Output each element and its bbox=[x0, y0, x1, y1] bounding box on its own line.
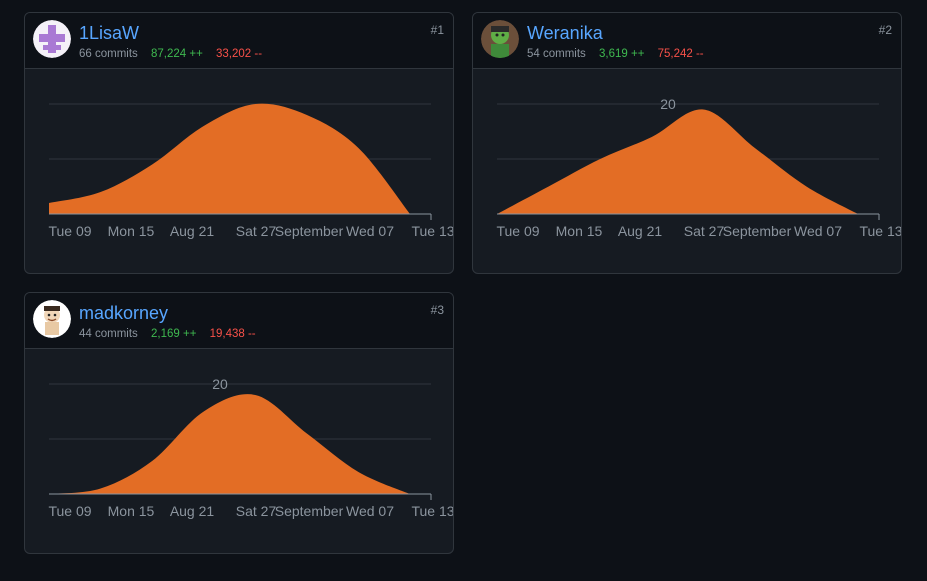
contributor-card-2: Weranika 54 commits 3,619 ++ 75,242 -- #… bbox=[472, 12, 902, 274]
contribution-stats: 44 commits 2,169 ++ 19,438 -- bbox=[79, 327, 256, 341]
additions-count: 3,619 ++ bbox=[599, 48, 645, 60]
commits-area bbox=[49, 394, 410, 494]
x-tick-label: Sat 27 bbox=[684, 223, 725, 239]
avatar[interactable] bbox=[481, 20, 519, 58]
x-tick-label: Wed 07 bbox=[346, 503, 394, 519]
x-tick-label: Tue 09 bbox=[48, 223, 91, 239]
contributor-card-1: 1LisaW 66 commits 87,224 ++ 33,202 -- #1… bbox=[24, 12, 454, 274]
commits-count[interactable]: 54 commits bbox=[527, 48, 586, 60]
x-tick-label: Tue 13 bbox=[411, 223, 454, 239]
username-link[interactable]: Weranika bbox=[527, 22, 603, 44]
avatar[interactable] bbox=[33, 20, 71, 58]
deletions-count: 19,438 -- bbox=[209, 328, 256, 340]
contribution-chart: 20 Tue 09 Mon 15 Aug 21 Sat 27September Wed 0… bbox=[496, 96, 902, 239]
additions-count: 87,224 ++ bbox=[151, 48, 203, 60]
x-tick-label: Wed 07 bbox=[346, 223, 394, 239]
contributor-card-3: madkorney 44 commits 2,169 ++ 19,438 -- … bbox=[24, 292, 454, 554]
username-link[interactable]: madkorney bbox=[79, 302, 168, 324]
rank-label: #3 bbox=[430, 303, 444, 317]
contribution-stats: 66 commits 87,224 ++ 33,202 -- bbox=[79, 47, 262, 61]
card-header: madkorney 44 commits 2,169 ++ 19,438 -- … bbox=[25, 293, 453, 349]
x-tick-label: Mon 15 bbox=[108, 503, 155, 519]
x-tick-label: Tue 13 bbox=[411, 503, 454, 519]
x-tick-label: Tue 13 bbox=[859, 223, 902, 239]
x-tick-label: Tue 09 bbox=[48, 503, 91, 519]
x-tick-label: Aug 21 bbox=[170, 223, 215, 239]
additions-count: 2,169 ++ bbox=[151, 328, 197, 340]
y-tick-label: 20 bbox=[660, 96, 676, 112]
x-tick-label: Sat 27 bbox=[236, 223, 277, 239]
avatar[interactable] bbox=[33, 300, 71, 338]
x-tick-label: Sat 27 bbox=[236, 503, 277, 519]
rank-label: #2 bbox=[878, 23, 892, 37]
username-link[interactable]: 1LisaW bbox=[79, 22, 139, 44]
deletions-count: 75,242 -- bbox=[657, 48, 704, 60]
contribution-chart: 20 Tue 09 Mon 15 Aug 21 Sat 27September Wed 0… bbox=[48, 376, 454, 519]
x-tick-label: Aug 21 bbox=[618, 223, 663, 239]
commits-area bbox=[497, 109, 858, 214]
x-tick-label: September bbox=[723, 223, 792, 239]
commits-count[interactable]: 66 commits bbox=[79, 48, 138, 60]
card-header: 1LisaW 66 commits 87,224 ++ 33,202 -- #1 bbox=[25, 13, 453, 69]
x-tick-label: Tue 09 bbox=[496, 223, 539, 239]
contribution-stats: 54 commits 3,619 ++ 75,242 -- bbox=[527, 47, 704, 61]
rank-label: #1 bbox=[430, 23, 444, 37]
deletions-count: 33,202 -- bbox=[216, 48, 263, 60]
card-header: Weranika 54 commits 3,619 ++ 75,242 -- #… bbox=[473, 13, 901, 69]
x-tick-label: Wed 07 bbox=[794, 223, 842, 239]
y-tick-label: 20 bbox=[212, 376, 228, 392]
x-tick-label: Mon 15 bbox=[556, 223, 603, 239]
x-tick-label: Aug 21 bbox=[170, 503, 215, 519]
contribution-chart: Tue 09 Mon 15 Aug 21 Sat 27September Wed 07 T… bbox=[48, 103, 454, 239]
x-tick-label: September bbox=[275, 223, 344, 239]
x-tick-label: September bbox=[275, 503, 344, 519]
commits-count[interactable]: 44 commits bbox=[79, 328, 138, 340]
x-tick-label: Mon 15 bbox=[108, 223, 155, 239]
